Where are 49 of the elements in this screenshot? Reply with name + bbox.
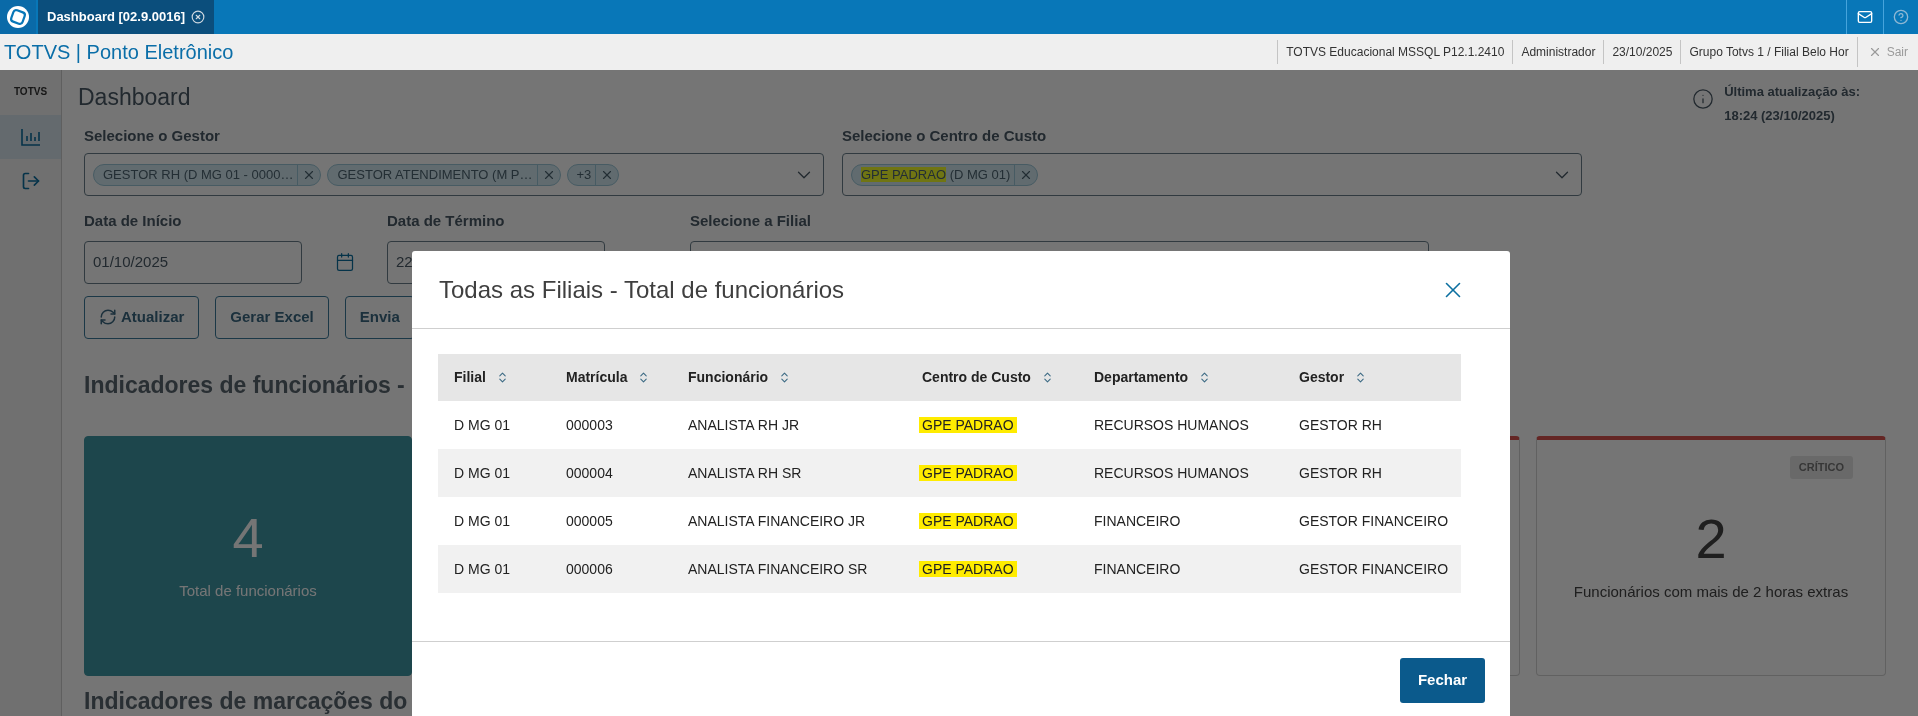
indicator-label: Total de funcionários (179, 580, 317, 601)
table-cell: D MG 01 (454, 417, 510, 433)
page-title: Dashboard (78, 83, 191, 112)
table-cell: GPE PADRAO (919, 417, 1017, 433)
section-title: Indicadores de marcações do (84, 687, 408, 716)
table-cell: ANALISTA RH SR (688, 465, 802, 481)
table-cell: RECURSOS HUMANOS (1094, 465, 1249, 481)
session-info: Grupo Totvs 1 / Filial Belo Hor (1680, 40, 1857, 64)
chip-label: +3 (576, 165, 593, 184)
table-cell: 000004 (566, 465, 613, 481)
session-info: 23/10/2025 (1603, 40, 1681, 64)
table-cell: D MG 01 (454, 465, 510, 481)
table-cell: GPE PADRAO (919, 465, 1017, 481)
table-cell: 000005 (566, 513, 613, 529)
table-cell: D MG 01 (454, 513, 510, 529)
indicator-value: 2 (1695, 511, 1727, 568)
session-info: Administrador (1512, 40, 1604, 64)
modal-title: Todas as Filiais - Total de funcionários (439, 274, 845, 305)
chip-label: GPE PADRAO (D MG 01) (861, 165, 1012, 184)
table-cell: GESTOR FINANCEIRO (1299, 513, 1449, 529)
chip-label: GESTOR ATENDIMENTO (M P… (337, 165, 534, 184)
field-label: Data de Início (84, 211, 183, 231)
table-cell: FINANCEIRO (1094, 513, 1181, 529)
table-cell: 000006 (566, 561, 613, 577)
table-cell: ANALISTA RH JR (688, 417, 799, 433)
table-cell: RECURSOS HUMANOS (1094, 417, 1249, 433)
section-title: Indicadores de funcionários - (84, 370, 405, 400)
last-update-label: Última atualização às: (1724, 83, 1860, 101)
table-cell: GPE PADRAO (919, 561, 1017, 577)
indicator-value: 4 (232, 509, 264, 566)
chip-label: GESTOR RH (D MG 01 - 0000… (103, 165, 295, 184)
field-label: Selecione a Filial (690, 211, 812, 231)
table-cell: ANALISTA FINANCEIRO SR (688, 561, 868, 577)
table-cell: ANALISTA FINANCEIRO JR (688, 513, 866, 529)
sidebar-logo: TOTVS (13, 85, 48, 99)
field-label: Selecione o Gestor (84, 126, 221, 145)
table-cell: GESTOR RH (1299, 417, 1382, 433)
indicator-label: Funcionários com mais de 2 horas extras (1573, 582, 1849, 603)
table-cell: 000003 (566, 417, 613, 433)
field-label: Data de Término (387, 211, 506, 231)
last-update-value: 18:24 (23/10/2025) (1724, 107, 1836, 125)
table-cell: GESTOR RH (1299, 465, 1382, 481)
app-title: TOTVS | Ponto Eletrônico (3, 40, 234, 65)
table-cell: D MG 01 (454, 561, 510, 577)
table-cell: GESTOR FINANCEIRO (1299, 561, 1449, 577)
table-cell: GPE PADRAO (919, 513, 1017, 529)
table-cell: FINANCEIRO (1094, 561, 1181, 577)
field-label: Selecione o Centro de Custo (842, 126, 1048, 145)
session-info: TOTVS Educacional MSSQL P12.1.2410 (1277, 40, 1513, 64)
